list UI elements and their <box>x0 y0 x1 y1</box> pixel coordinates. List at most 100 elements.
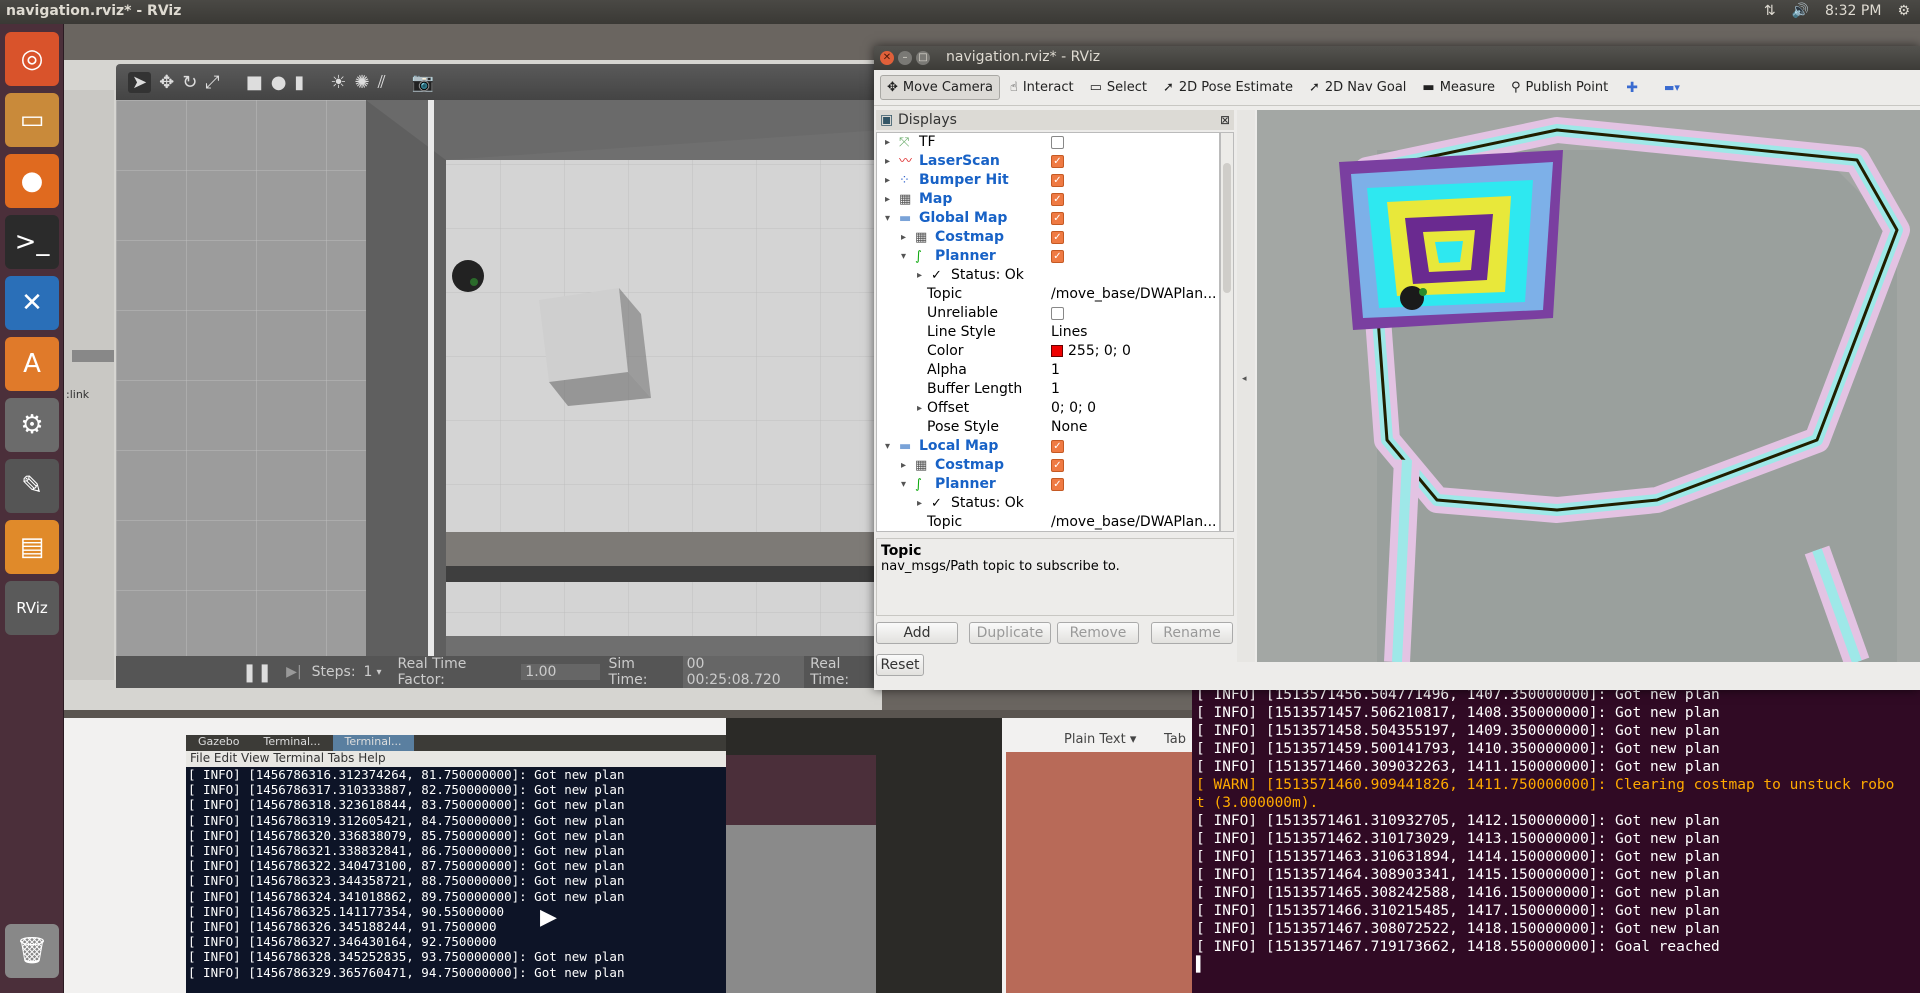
tab-width-selector[interactable]: Tab <box>1164 732 1186 747</box>
box-shape-icon[interactable]: ■ <box>246 72 263 93</box>
rename-button[interactable]: Rename <box>1151 622 1233 644</box>
display-tree-row[interactable]: ▸ Offset 0; 0; 0 <box>877 399 1219 418</box>
settings-gear-icon[interactable]: ⚙ <box>1897 3 1910 19</box>
collapsed-arrow-icon[interactable]: ▸ <box>901 228 906 247</box>
displays-tree[interactable]: ▸ ⤧ TF ▸ 〰 LaserScan ✓ ▸ ⁘ Bumper Hit ✓ ▸ ▦ Map ✓ ▾ ▬ Glo… <box>876 132 1220 532</box>
move-camera-tool[interactable]: ✥ Move Camera <box>880 75 1000 100</box>
menu-edit[interactable]: Edit <box>214 751 237 765</box>
scale-icon[interactable]: ⤢ <box>205 72 219 93</box>
tab-gazebo[interactable]: Gazebo <box>186 735 252 751</box>
measure-tool[interactable]: ▬ Measure <box>1416 76 1501 99</box>
property-value[interactable]: Lines <box>1051 323 1087 342</box>
collapsed-arrow-icon[interactable]: ▸ <box>885 152 890 171</box>
trash-launcher-icon[interactable]: 🗑 <box>5 924 59 978</box>
enable-checkbox[interactable] <box>1051 307 1064 320</box>
rviz-titlebar[interactable]: ✕ – □ navigation.rviz* - RViz <box>874 46 1920 70</box>
sun-light-icon[interactable]: ☀ <box>330 72 346 93</box>
expanded-arrow-icon[interactable]: ▾ <box>885 209 890 228</box>
enable-checkbox[interactable]: ✓ <box>1051 440 1064 453</box>
editor-launcher-icon[interactable]: ✎ <box>5 459 59 513</box>
display-tree-row[interactable]: ▾ ▬ Local Map ✓ <box>877 437 1219 456</box>
expanded-arrow-icon[interactable]: ▾ <box>901 247 906 266</box>
2d-pose-estimate-tool[interactable]: ➚ 2D Pose Estimate <box>1157 76 1299 99</box>
software-launcher-icon[interactable]: A <box>5 337 59 391</box>
display-tree-row[interactable]: ▾ ∫ Planner ✓ <box>877 475 1219 494</box>
display-tree-row[interactable]: Alpha 1 <box>877 361 1219 380</box>
display-tree-row[interactable]: ▸ ⁘ Bumper Hit ✓ <box>877 171 1219 190</box>
menu-help[interactable]: Help <box>358 751 385 765</box>
collapse-arrow-icon[interactable]: ◂ <box>1242 374 1247 384</box>
step-icon[interactable]: ▶| <box>286 664 301 680</box>
display-tree-row[interactable]: ▸ ▦ Costmap ✓ <box>877 456 1219 475</box>
enable-checkbox[interactable]: ✓ <box>1051 212 1064 225</box>
close-panel-icon[interactable]: ⊠ <box>1220 110 1230 130</box>
translate-icon[interactable]: ✥ <box>159 72 174 93</box>
enable-checkbox[interactable]: ✓ <box>1051 174 1064 187</box>
remove-button[interactable]: Remove <box>1057 622 1139 644</box>
collapsed-arrow-icon[interactable]: ▸ <box>885 190 890 209</box>
property-value[interactable]: /move_base/DWAPlan... <box>1051 285 1216 304</box>
play-icon[interactable]: ▶ <box>540 905 557 930</box>
collapsed-arrow-icon[interactable]: ▸ <box>917 399 922 418</box>
steps-value[interactable]: 1 <box>364 664 373 680</box>
enable-checkbox[interactable]: ✓ <box>1051 231 1064 244</box>
collapsed-arrow-icon[interactable]: ▸ <box>885 171 890 190</box>
property-value[interactable]: 1 <box>1051 380 1060 399</box>
arrow-select-icon[interactable]: ➤ <box>128 71 152 93</box>
rviz-3d-map-view[interactable] <box>1257 110 1920 662</box>
terminal-output-left[interactable]: [ INFO] [1456786316.312374264, 81.750000… <box>186 767 726 993</box>
display-tree-row[interactable]: ▸ ✓ Status: Ok <box>877 494 1219 513</box>
minimize-icon[interactable]: – <box>898 51 912 65</box>
tab-terminal-2[interactable]: Terminal... <box>332 735 414 751</box>
collapsed-arrow-icon[interactable]: ▸ <box>901 456 906 475</box>
tab-terminal-1[interactable]: Terminal... <box>252 735 333 751</box>
network-icon[interactable]: ⇅ <box>1764 3 1776 19</box>
menu-file[interactable]: File <box>190 751 210 765</box>
collapsed-arrow-icon[interactable]: ▸ <box>885 133 890 152</box>
sphere-shape-icon[interactable]: ● <box>271 72 287 93</box>
terminal-output-right[interactable]: [ INFO] [1513571456.504771496, 1407.3500… <box>1192 686 1920 974</box>
2d-nav-goal-tool[interactable]: ➚ 2D Nav Goal <box>1303 76 1412 99</box>
add-tool-plus-icon[interactable]: ✚ <box>1626 80 1638 96</box>
rviz-launcher-icon[interactable]: RViz <box>5 581 59 635</box>
volume-icon[interactable]: 🔊 <box>1792 3 1809 19</box>
display-tree-row[interactable]: Pose Style None <box>877 418 1219 437</box>
gazebo-launcher-icon[interactable]: ▤ <box>5 520 59 574</box>
maximize-icon[interactable]: □ <box>916 51 930 65</box>
menu-view[interactable]: View <box>241 751 269 765</box>
display-tree-row[interactable]: Unreliable <box>877 304 1219 323</box>
close-icon[interactable]: ✕ <box>880 51 894 65</box>
point-light-icon[interactable]: ✺ <box>354 72 369 93</box>
property-value[interactable]: 255; 0; 0 <box>1068 342 1131 361</box>
collapsed-arrow-icon[interactable]: ▸ <box>917 266 922 285</box>
display-tree-row[interactable]: ▾ ∫ Planner ✓ <box>877 247 1219 266</box>
camera-screenshot-icon[interactable]: 📷 <box>412 72 434 93</box>
panel-splitter[interactable]: ◂ <box>1237 110 1255 662</box>
display-tree-row[interactable]: Topic/move_base/DWAPlan... <box>877 285 1219 304</box>
display-tree-row[interactable]: Topic/move_base/DWAPlan... <box>877 513 1219 531</box>
plain-text-selector[interactable]: Plain Text ▾ <box>1064 732 1136 747</box>
duplicate-button[interactable]: Duplicate <box>969 622 1051 644</box>
publish-point-tool[interactable]: ⚲ Publish Point <box>1505 76 1614 99</box>
gazebo-3d-view[interactable] <box>116 100 882 656</box>
enable-checkbox[interactable]: ✓ <box>1051 459 1064 472</box>
enable-checkbox[interactable]: ✓ <box>1051 193 1064 206</box>
firefox-launcher-icon[interactable]: ● <box>5 154 59 208</box>
property-value[interactable]: 0; 0; 0 <box>1051 399 1096 418</box>
remove-tool-minus-icon[interactable]: ▬▾ <box>1664 81 1680 94</box>
property-value[interactable]: 1 <box>1051 361 1060 380</box>
expanded-arrow-icon[interactable]: ▾ <box>885 437 890 456</box>
tree-scrollbar[interactable] <box>1220 132 1234 532</box>
display-tree-row[interactable]: Buffer Length 1 <box>877 380 1219 399</box>
add-button[interactable]: Add <box>876 622 958 644</box>
chevron-down-icon[interactable]: ▾ <box>376 667 381 678</box>
vscode-launcher-icon[interactable]: ✕ <box>5 276 59 330</box>
spot-light-icon[interactable]: ⫽ <box>378 72 386 93</box>
menu-terminal[interactable]: Terminal <box>273 751 324 765</box>
enable-checkbox[interactable] <box>1051 136 1064 149</box>
terminal-launcher-icon[interactable]: >_ <box>5 215 59 269</box>
pause-icon[interactable]: ❚❚ <box>242 662 272 683</box>
color-swatch[interactable] <box>1051 345 1063 357</box>
reset-button[interactable]: Reset <box>876 654 924 676</box>
select-tool[interactable]: ▭ Select <box>1084 76 1153 99</box>
